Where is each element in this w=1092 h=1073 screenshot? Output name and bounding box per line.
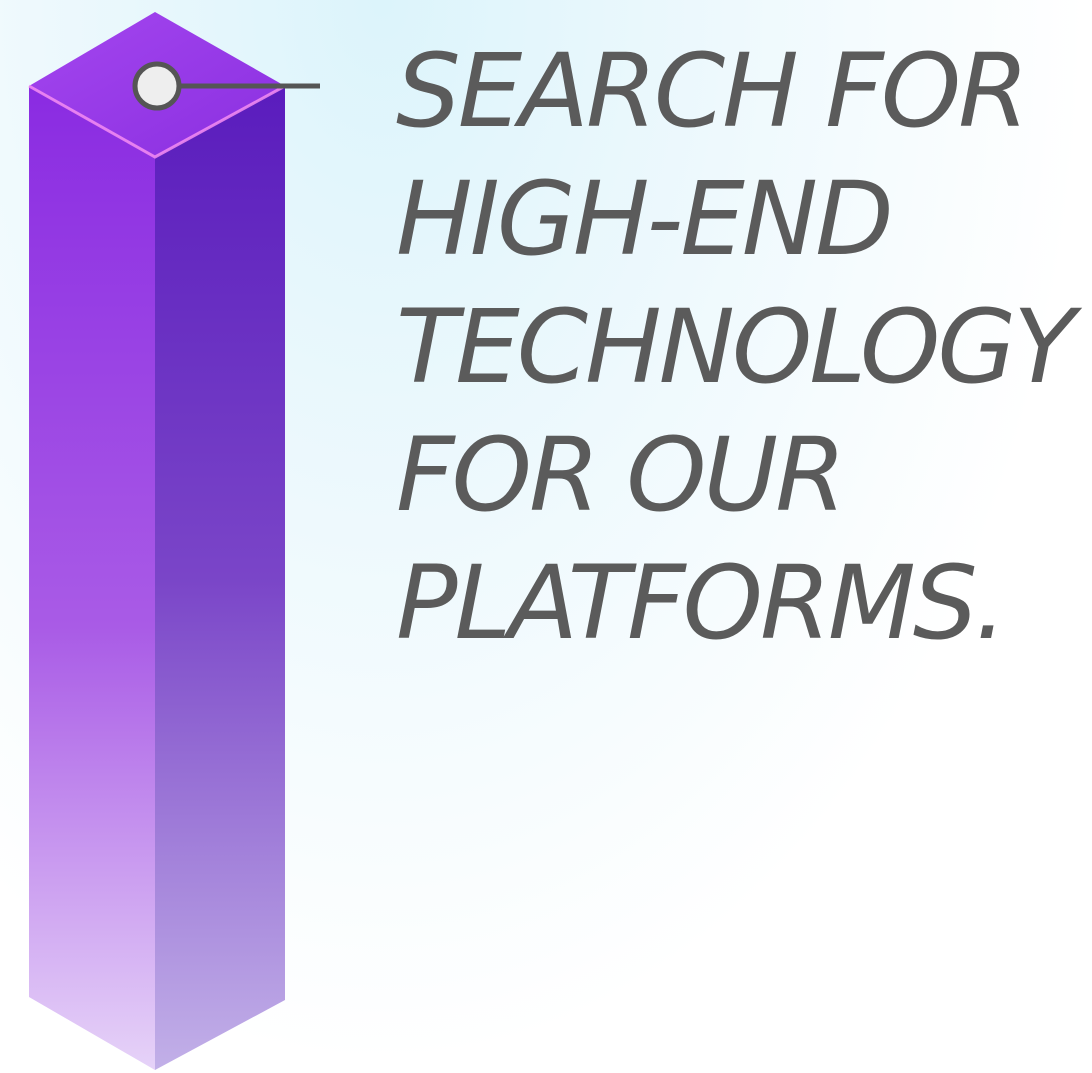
purple-pillar (28, 12, 320, 1070)
infographic-slide: SEARCH FOR HIGH-END TECHNOLOGY FOR OUR P… (0, 0, 1092, 1073)
headline-line-1: SEARCH FOR (396, 32, 1029, 151)
headline: SEARCH FOR HIGH-END TECHNOLOGY FOR OUR P… (396, 28, 1086, 668)
pillar-left-face (29, 86, 155, 1070)
pillar-right-face (155, 86, 285, 1070)
headline-line-5: PLATFORMS. (396, 544, 1007, 663)
headline-line-3: TECHNOLOGY (396, 288, 1076, 407)
headline-line-4: FOR OUR (396, 416, 846, 535)
marker-dot (132, 61, 182, 111)
headline-line-2: HIGH-END (396, 160, 894, 279)
